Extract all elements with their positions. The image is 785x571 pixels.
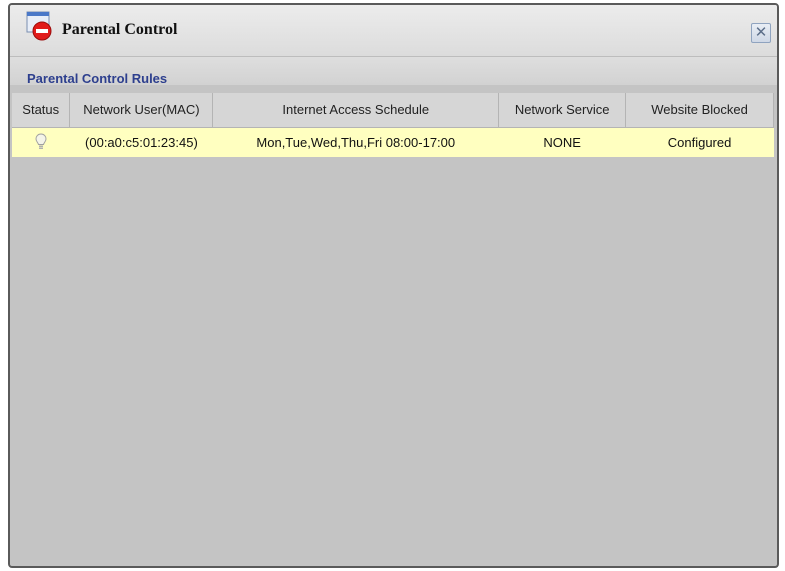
table-row[interactable]: (00:a0:c5:01:23:45) Mon,Tue,Wed,Thu,Fri … (12, 127, 774, 157)
column-header-schedule[interactable]: Internet Access Schedule (212, 93, 500, 128)
title-bar: Parental Control ✕ (10, 5, 777, 57)
parental-control-window: Parental Control ✕ Parental Control Rule… (8, 3, 779, 568)
section-header-bar: Parental Control Rules (10, 57, 777, 86)
column-header-status[interactable]: Status (12, 93, 71, 128)
section-title: Parental Control Rules (27, 71, 168, 86)
table-header-row: Status Network User(MAC) Internet Access… (12, 93, 774, 128)
close-icon: ✕ (754, 24, 768, 41)
schedule-cell: Mon,Tue,Wed,Thu,Fri 08:00-17:00 (212, 127, 499, 157)
bulb-icon (35, 133, 47, 151)
column-header-website-blocked[interactable]: Website Blocked (625, 93, 774, 128)
rules-table-container: Status Network User(MAC) Internet Access… (12, 93, 774, 157)
rules-table: Status Network User(MAC) Internet Access… (12, 93, 774, 157)
column-header-network-user[interactable]: Network User(MAC) (69, 93, 214, 128)
close-button[interactable]: ✕ (751, 23, 771, 43)
window-title: Parental Control (62, 21, 178, 38)
network-service-cell: NONE (498, 127, 626, 157)
network-user-cell: (00:a0:c5:01:23:45) (69, 127, 213, 157)
status-cell (12, 127, 70, 157)
website-blocked-cell: Configured (625, 127, 774, 157)
parental-control-icon (26, 11, 54, 41)
column-header-network-service[interactable]: Network Service (498, 93, 627, 128)
